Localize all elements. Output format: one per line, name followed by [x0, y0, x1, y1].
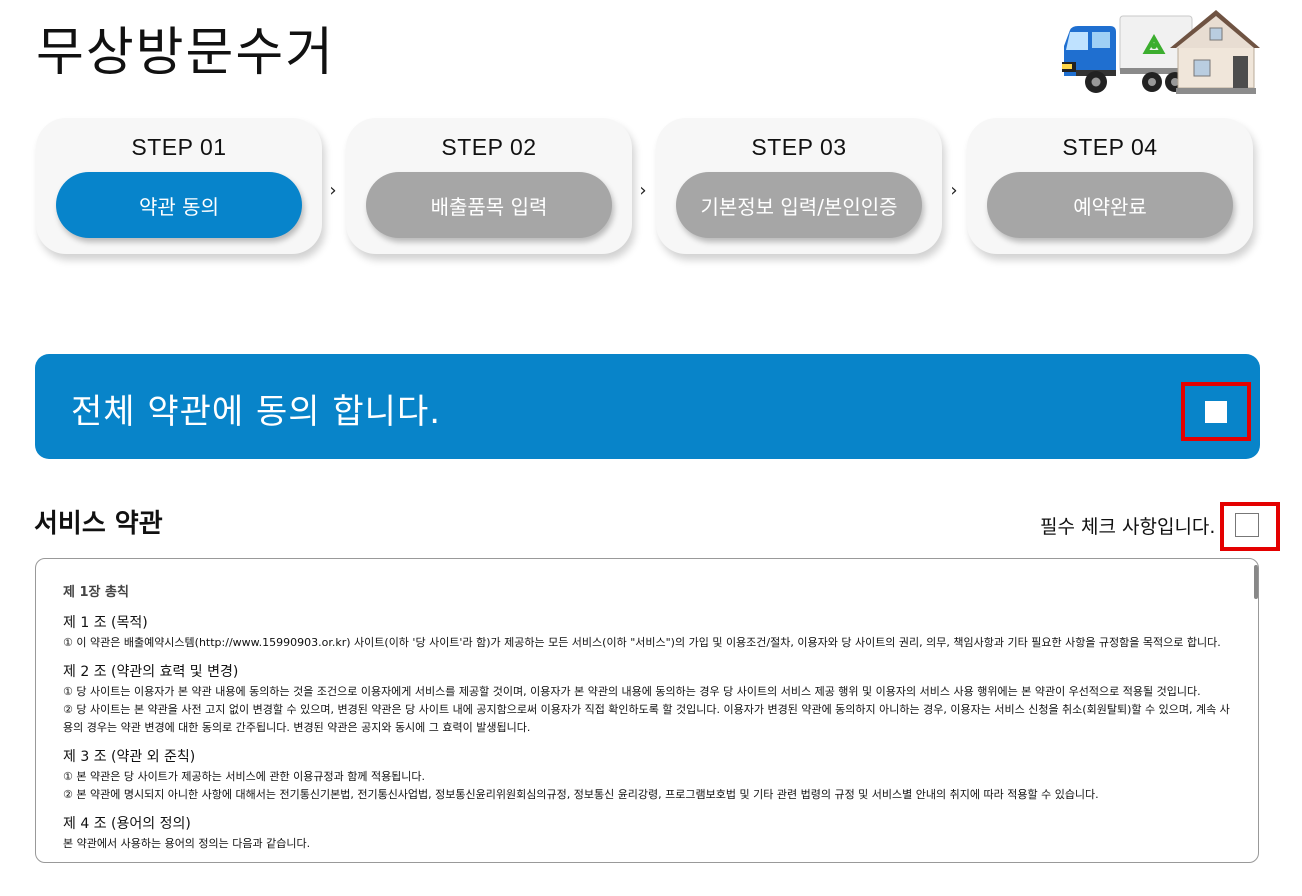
terms-content: 제 1장 총칙 제 1 조 (목적) ① 이 약관은 배출예약시스템(http:… [63, 581, 1233, 862]
article-title: 제 1 조 (목적) [63, 615, 148, 631]
required-check-label: 필수 체크 사항입니다. [1040, 516, 1216, 538]
step-card-2: STEP 02 배출품목 입력 [346, 118, 632, 254]
scrollbar-thumb[interactable] [1254, 565, 1258, 599]
step-card-3: STEP 03 기본정보 입력/본인인증 [656, 118, 942, 254]
step-progress: STEP 01 약관 동의 › STEP 02 배출품목 입력 › STEP 0… [36, 118, 1260, 258]
checkbox-square-icon [1235, 513, 1259, 537]
step-label-4: STEP 04 [1062, 134, 1158, 160]
agree-all-banner: 전체 약관에 동의 합니다. [35, 354, 1260, 459]
page-title: 무상방문수거 [36, 23, 336, 83]
step-button-reservation-complete[interactable]: 예약완료 [987, 172, 1233, 238]
article-paragraph: ① 본 약관은 당 사이트가 제공하는 서비스에 관한 이용규정과 함께 적용됩… [63, 770, 426, 783]
terms-article: 제 4 조 (용어의 정의) 본 약관에서 사용하는 용어의 정의는 다음과 같… [63, 813, 1233, 853]
terms-article: 제 1 조 (목적) ① 이 약관은 배출예약시스템(http://www.15… [63, 612, 1233, 652]
step-arrow-icon: › [639, 180, 647, 201]
step-arrow-icon: › [950, 180, 958, 201]
step-button-terms-agreement[interactable]: 약관 동의 [56, 172, 302, 238]
step-card-4: STEP 04 예약완료 [967, 118, 1253, 254]
article-title: 제 2 조 (약관의 효력 및 변경) [63, 664, 239, 680]
service-terms-title: 서비스 약관 [34, 509, 163, 539]
article-paragraph: ② 본 약관에 명시되지 아니한 사항에 대해서는 전기통신기본법, 전기통신사… [63, 788, 1099, 801]
hero-illustration [1058, 6, 1262, 98]
service-terms-checkbox[interactable] [1220, 502, 1280, 551]
article-paragraph: 본 약관에서 사용하는 용어의 정의는 다음과 같습니다. [63, 837, 311, 850]
article-paragraph: ② 당 사이트는 본 약관을 사전 고지 없이 변경할 수 있으며, 변경된 약… [63, 703, 1230, 734]
terms-article: 제 2 조 (약관의 효력 및 변경) ① 당 사이트는 이용자가 본 약관 내… [63, 661, 1233, 737]
checkbox-square-icon [1205, 400, 1227, 423]
step-card-1: STEP 01 약관 동의 [36, 118, 322, 254]
terms-article: 제 3 조 (약관 외 준칙) ① 본 약관은 당 사이트가 제공하는 서비스에… [63, 746, 1233, 804]
terms-chapter-title: 제 1장 총칙 [63, 585, 129, 600]
article-title: 제 4 조 (용어의 정의) [63, 816, 191, 832]
agree-all-label: 전체 약관에 동의 합니다. [71, 392, 442, 432]
article-title: 제 3 조 (약관 외 준칙) [63, 749, 196, 765]
step-label-3: STEP 03 [751, 134, 847, 160]
step-button-basic-info[interactable]: 기본정보 입력/본인인증 [676, 172, 922, 238]
step-button-item-input[interactable]: 배출품목 입력 [366, 172, 612, 238]
agree-all-checkbox[interactable] [1181, 382, 1251, 441]
terms-scroll-box[interactable]: 제 1장 총칙 제 1 조 (목적) ① 이 약관은 배출예약시스템(http:… [35, 558, 1259, 863]
step-label-2: STEP 02 [441, 134, 537, 160]
article-paragraph: ① 이 약관은 배출예약시스템(http://www.15990903.or.k… [63, 636, 1221, 649]
step-arrow-icon: › [329, 180, 337, 201]
step-label-1: STEP 01 [131, 134, 227, 160]
article-paragraph: ① 당 사이트는 이용자가 본 약관 내용에 동의하는 것을 조건으로 이용자에… [63, 685, 1201, 698]
truck-icon [1062, 15, 1193, 93]
